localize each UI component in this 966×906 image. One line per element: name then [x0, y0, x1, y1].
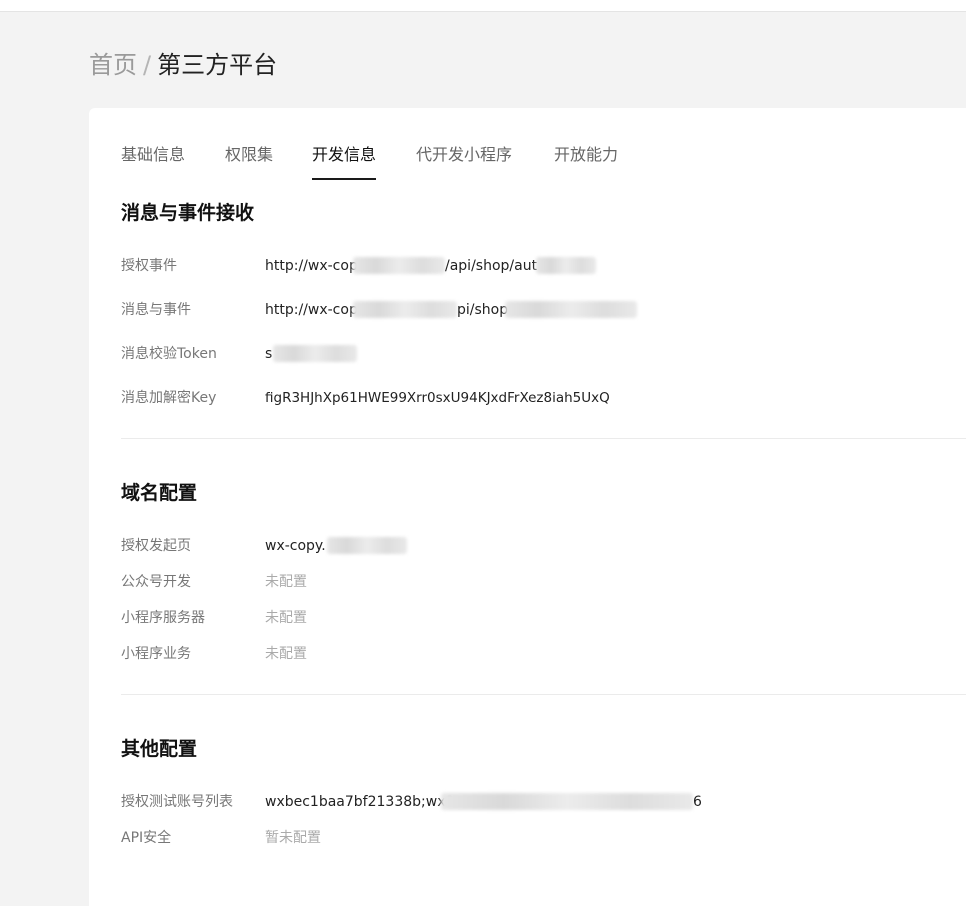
row-label: 消息加解密Key — [121, 390, 217, 406]
section-title-message: 消息与事件接收 — [121, 202, 255, 224]
breadcrumb-home[interactable]: 首页 — [89, 51, 137, 79]
section-title-domain: 域名配置 — [121, 482, 198, 504]
row-message-event: 消息与事件 http://wx-cop pi/shop — [121, 299, 941, 321]
tab-dev-info[interactable]: 开发信息 — [312, 142, 377, 180]
row-value: 暂未配置 — [265, 830, 321, 846]
tab-permissions[interactable]: 权限集 — [225, 142, 273, 168]
section-title-other: 其他配置 — [121, 738, 198, 760]
page-title: 第三方平台 — [157, 51, 278, 79]
tab-basic-info[interactable]: 基础信息 — [121, 142, 185, 168]
row-test-accounts: 授权测试账号列表 wxbec1baa7bf21338b;wx9 6 — [121, 791, 941, 813]
breadcrumb-separator: / — [143, 51, 152, 79]
redaction-blur — [353, 257, 445, 274]
row-api-security: API安全 暂未配置 — [121, 827, 941, 849]
row-label: 小程序业务 — [121, 646, 191, 662]
row-auth-page: 授权发起页 wx-copy. — [121, 535, 941, 557]
row-value: figR3HJhXp61HWE99Xrr0sxU94KJxdFrXez8iah5… — [265, 390, 610, 406]
row-label: 公众号开发 — [121, 574, 191, 590]
row-value: http://wx-cop — [265, 255, 358, 277]
row-value: wxbec1baa7bf21338b;wx9 — [265, 794, 455, 810]
breadcrumb: 首页 / 第三方平台 — [89, 48, 277, 82]
redaction-blur — [441, 793, 693, 810]
redaction-blur — [327, 537, 407, 554]
redaction-blur — [353, 301, 457, 318]
top-bar — [0, 0, 966, 12]
row-value: 未配置 — [265, 646, 307, 662]
value-start: http://wx-cop — [265, 258, 358, 274]
row-value: 未配置 — [265, 574, 307, 590]
row-value: http://wx-cop — [265, 299, 358, 321]
row-value: wx-copy. — [265, 538, 326, 554]
tab-open-capabilities[interactable]: 开放能力 — [554, 142, 618, 168]
row-aes-key: 消息加解密Key figR3HJhXp61HWE99Xrr0sxU94KJxdF… — [121, 387, 941, 409]
redaction-blur — [536, 257, 596, 274]
row-label: 授权事件 — [121, 258, 177, 274]
row-auth-event: 授权事件 http://wx-cop /api/shop/aut — [121, 255, 941, 277]
section-divider — [121, 438, 966, 439]
row-label: 小程序服务器 — [121, 610, 205, 626]
content-card: 基础信息 权限集 开发信息 代开发小程序 开放能力 消息与事件接收 授权事件 h… — [89, 108, 966, 906]
row-value: s — [265, 346, 273, 362]
value-start: http://wx-cop — [265, 302, 358, 318]
row-mini-program-server: 小程序服务器 未配置 — [121, 607, 941, 629]
row-label: 授权测试账号列表 — [121, 794, 233, 810]
row-label: 授权发起页 — [121, 538, 191, 554]
row-label: API安全 — [121, 830, 172, 846]
redaction-blur — [273, 345, 357, 362]
section-divider — [121, 694, 966, 695]
value-end: pi/shop — [457, 302, 509, 318]
row-label: 消息与事件 — [121, 302, 191, 318]
row-label: 消息校验Token — [121, 346, 217, 362]
row-token: 消息校验Token s — [121, 343, 941, 365]
row-official-account-dev: 公众号开发 未配置 — [121, 571, 941, 593]
tab-mini-program-dev[interactable]: 代开发小程序 — [416, 142, 512, 168]
row-mini-program-business: 小程序业务 未配置 — [121, 643, 941, 665]
value-end: 6 — [693, 794, 702, 810]
redaction-blur — [505, 301, 637, 318]
value-end: /api/shop/aut — [445, 258, 538, 274]
row-value: 未配置 — [265, 610, 307, 626]
